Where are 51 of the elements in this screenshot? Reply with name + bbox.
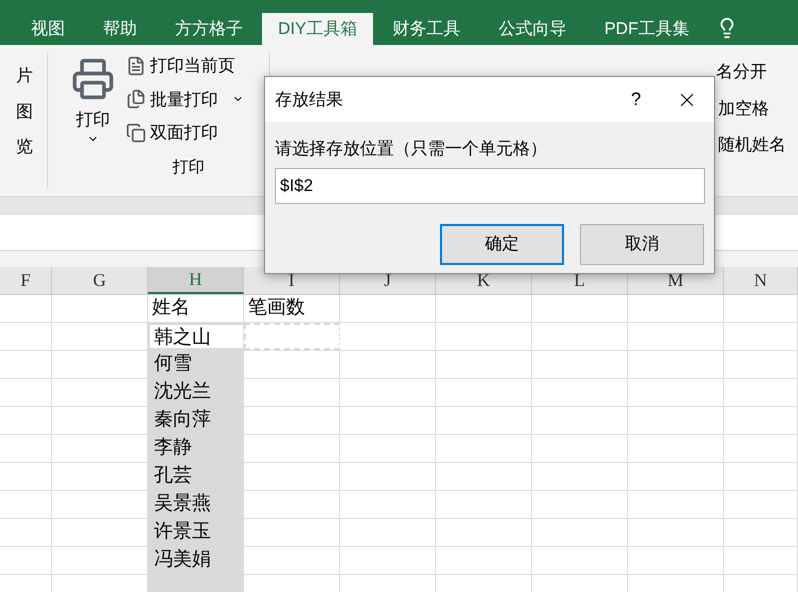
group-label: 打印: [172, 158, 204, 178]
ribbon-item[interactable]: 随机姓名: [714, 132, 786, 158]
selected-cell[interactable]: 孔芸: [148, 463, 244, 490]
selected-cell[interactable]: 李静: [148, 435, 244, 462]
input-field[interactable]: $I$2: [275, 168, 705, 204]
dialog-button[interactable]: 确定: [440, 224, 564, 264]
ribbon-button[interactable]: 批量打印: [126, 86, 244, 112]
column-header[interactable]: N: [724, 267, 798, 294]
ribbon-item[interactable]: 片: [16, 63, 33, 88]
cell-text: 秦向萍: [154, 409, 211, 430]
cell-text: 吴景燕: [154, 493, 211, 514]
cell-text: 何雪: [154, 353, 192, 374]
document-icon: [126, 56, 146, 76]
ribbon-item[interactable]: 图: [16, 98, 33, 124]
ribbon-tab[interactable]: 方方格子: [156, 13, 262, 45]
dialog-title: 存放结果: [275, 88, 343, 111]
cell-text: 许景玉: [154, 521, 211, 542]
cell-text: 沈光兰: [154, 381, 211, 402]
ribbon-tab[interactable]: 财务工具: [373, 13, 480, 45]
ribbon-button[interactable]: 打印当前页: [126, 53, 244, 78]
ribbon-tab[interactable]: 视图: [12, 13, 84, 45]
cell-text: 姓名: [152, 297, 190, 318]
column-header[interactable]: H: [148, 267, 244, 294]
selected-cell[interactable]: 秦向萍: [148, 407, 244, 434]
ribbon-button[interactable]: 双面打印: [126, 120, 244, 146]
selected-cell[interactable]: 冯美娟: [148, 547, 244, 574]
ribbon-tab[interactable]: PDF工具集: [585, 13, 708, 45]
ribbon-item[interactable]: 加空格: [714, 96, 769, 121]
selected-cell[interactable]: 许景玉: [148, 519, 244, 546]
cell-text: 韩之山: [154, 327, 211, 348]
cell-text: 笔画数: [248, 297, 305, 318]
ribbon-tab[interactable]: DIY工具箱: [262, 13, 374, 45]
cell-text: 李静: [154, 437, 192, 458]
copy-icon: [126, 122, 146, 143]
selected-cell[interactable]: 吴景燕: [148, 491, 244, 518]
ribbon-tab[interactable]: 帮助: [84, 13, 156, 45]
dialog-button[interactable]: 取消: [580, 224, 704, 264]
cell-text: 孔芸: [154, 465, 192, 486]
column-header[interactable]: F: [0, 267, 52, 294]
selected-cell[interactable]: 沈光兰: [148, 379, 244, 406]
documents-icon: [126, 89, 146, 110]
print-button[interactable]: 打印: [68, 53, 118, 146]
selected-cell[interactable]: 何雪: [148, 351, 244, 378]
cell-text: 冯美娟: [154, 549, 211, 570]
prompt-label: 请选择存放位置（只需一个单元格）: [275, 138, 548, 160]
active-cell[interactable]: 韩之山: [148, 323, 244, 350]
ribbon-item[interactable]: 览: [16, 134, 33, 160]
printer-icon: [71, 57, 115, 101]
ribbon-item[interactable]: 名分开: [714, 59, 767, 84]
help-button[interactable]: ?: [616, 86, 656, 113]
ribbon-tab[interactable]: 公式向导: [479, 13, 586, 45]
